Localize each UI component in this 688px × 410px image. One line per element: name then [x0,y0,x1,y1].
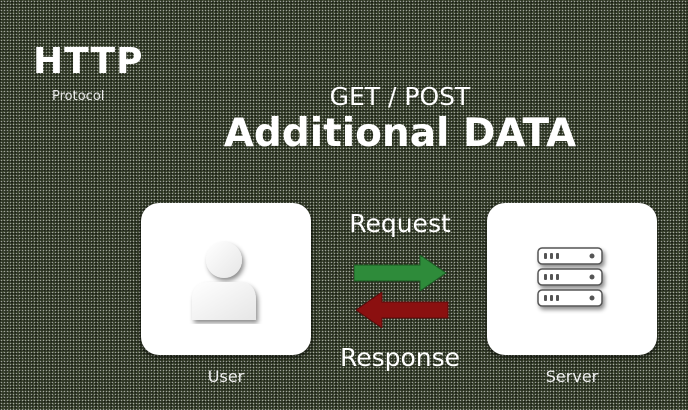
response-label: Response [339,343,461,372]
user-icon [192,242,256,320]
user-caption: User [207,367,245,386]
response-arrow [356,292,449,328]
headline-title: Additional DATA [223,111,577,156]
diagram-canvas: HTTP Protocol GET / POST Additional DATA [0,0,688,410]
protocol-title: HTTP [33,41,144,82]
request-arrow [354,255,447,291]
request-label: Request [349,209,451,238]
user-node [141,203,311,355]
server-caption: Server [545,367,599,386]
server-node [487,203,657,355]
http-methods: GET / POST [329,82,471,111]
server-icon [537,247,603,307]
